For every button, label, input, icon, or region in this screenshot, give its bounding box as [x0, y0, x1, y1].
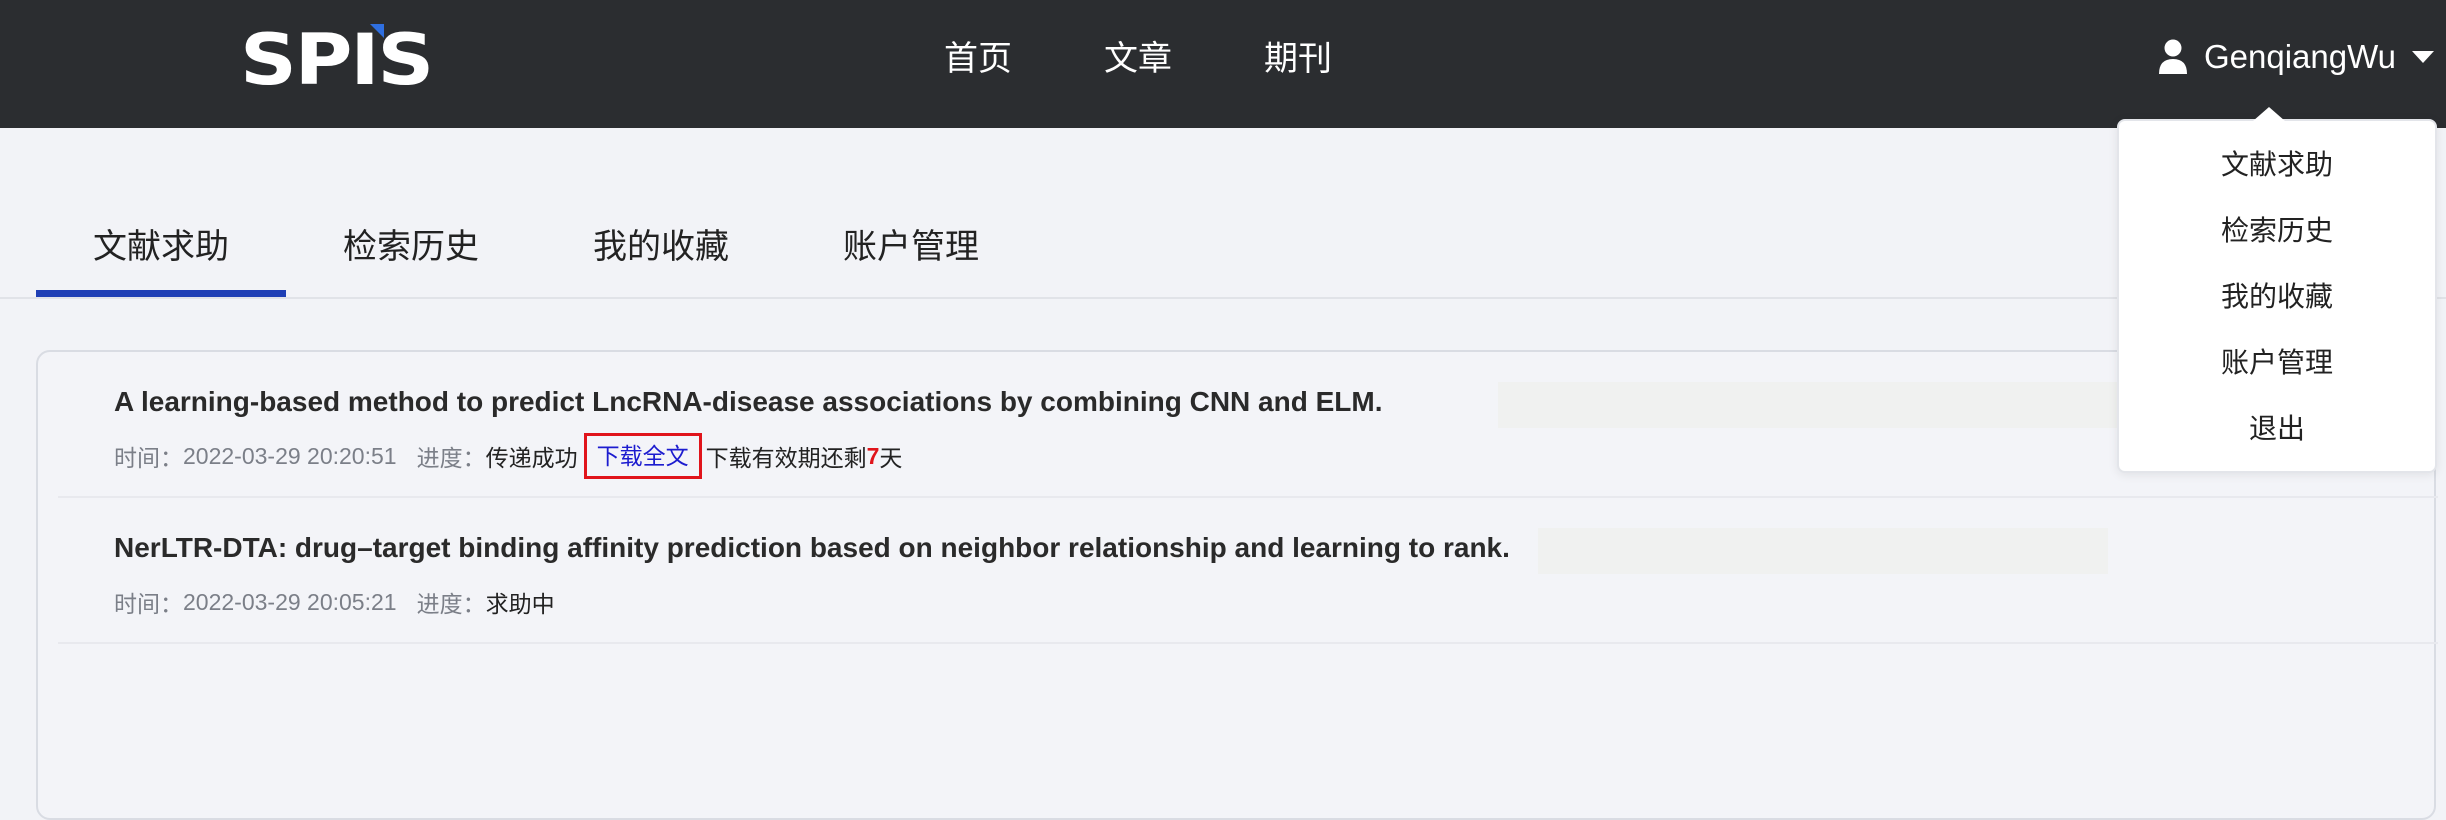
- dropdown-item-literature-help[interactable]: 文献求助: [2119, 137, 2435, 193]
- tab-my-favorites[interactable]: 我的收藏: [536, 212, 786, 282]
- dropdown-item-search-history[interactable]: 检索历史: [2119, 203, 2435, 259]
- progress-label: 进度：: [416, 445, 486, 471]
- dropdown-item-account-management[interactable]: 账户管理: [2119, 335, 2435, 391]
- title-highlight: [1498, 382, 2148, 428]
- tabs-bar: 文献求助 检索历史 我的收藏 账户管理: [0, 128, 2446, 299]
- tab-literature-help[interactable]: 文献求助: [36, 212, 286, 282]
- active-tab-indicator: [36, 290, 286, 297]
- time-value: 2022-03-29 20:20:51: [183, 442, 397, 469]
- dropdown-item-logout[interactable]: 退出: [2119, 401, 2435, 457]
- status-text: 求助中: [485, 591, 555, 617]
- progress-label: 进度：: [416, 591, 486, 617]
- list-item: A learning-based method to predict LncRN…: [58, 352, 2438, 498]
- time-value: 2022-03-29 20:05:21: [183, 588, 397, 615]
- request-list-card: A learning-based method to predict LncRN…: [36, 350, 2438, 820]
- record-title[interactable]: A learning-based method to predict LncRN…: [114, 386, 1382, 418]
- spis-logo[interactable]: SPIS: [238, 22, 434, 92]
- title-highlight: [1538, 528, 2108, 574]
- validity-note-suffix: 天: [879, 445, 903, 471]
- nav-journals-link[interactable]: 期刊: [1264, 34, 1332, 84]
- nav-articles-link[interactable]: 文章: [1104, 34, 1172, 84]
- dropdown-arrow: [2253, 107, 2285, 121]
- time-label: 时间：: [114, 591, 183, 617]
- list-item: NerLTR-DTA: drug–target binding affinity…: [58, 498, 2438, 644]
- nav-home-link[interactable]: 首页: [944, 34, 1012, 84]
- tab-account-management[interactable]: 账户管理: [786, 212, 1036, 282]
- status-text: 传递成功: [485, 445, 578, 471]
- days-remaining: 7: [866, 442, 880, 469]
- user-icon: [2159, 39, 2187, 74]
- user-menu-toggle[interactable]: GenqiangWu: [2158, 32, 2435, 82]
- record-title[interactable]: NerLTR-DTA: drug–target binding affinity…: [114, 532, 1510, 564]
- time-label: 时间：: [114, 445, 183, 471]
- record-meta: 时间： 2022-03-29 20:05:21 进度： 求助中: [114, 582, 555, 622]
- top-navbar: SPIS 首页 文章 期刊 GenqiangWu: [0, 0, 2446, 128]
- user-name: GenqiangWu: [2204, 38, 2397, 75]
- record-meta: 时间： 2022-03-29 20:20:51 进度： 传递成功 下载全文 下载…: [114, 433, 903, 479]
- tab-search-history[interactable]: 检索历史: [286, 212, 536, 282]
- caret-down-icon: [2412, 51, 2435, 63]
- download-fulltext-link[interactable]: 下载全文: [583, 433, 702, 479]
- dropdown-item-my-favorites[interactable]: 我的收藏: [2119, 269, 2435, 325]
- validity-note-prefix: 下载有效期还剩: [705, 445, 867, 471]
- user-dropdown-menu: 文献求助 检索历史 我的收藏 账户管理 退出: [2117, 107, 2437, 473]
- logo-text: SPIS: [240, 22, 432, 92]
